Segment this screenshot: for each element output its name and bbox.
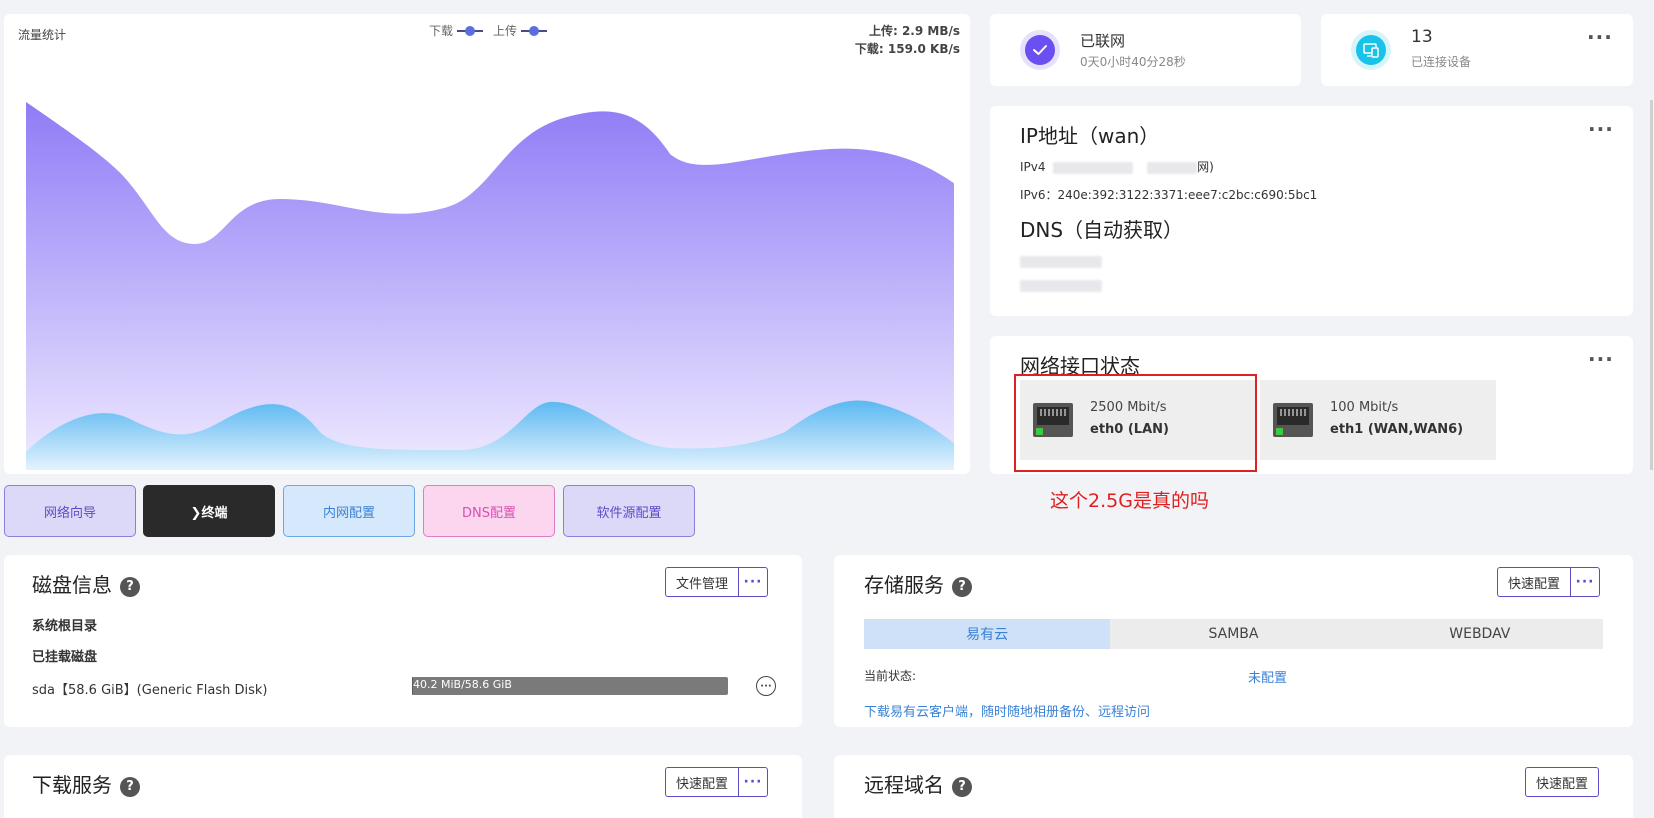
- storage-quick-config-button[interactable]: 快速配置: [1498, 568, 1572, 596]
- remote-quick-config-button[interactable]: 快速配置: [1525, 767, 1600, 797]
- annotation-highlight-box: [1014, 374, 1257, 472]
- legend-download-label: 下载: [429, 24, 454, 38]
- network-wizard-button[interactable]: 网络向导: [4, 485, 136, 537]
- devices-icon: [1351, 30, 1391, 70]
- help-icon[interactable]: ?: [952, 776, 972, 797]
- legend-upload-marker-icon: [521, 25, 548, 36]
- connected-devices-card: 13 已连接设备 ···: [1321, 14, 1633, 86]
- download-service-card: 下载服务? 快速配置 ···: [4, 755, 802, 818]
- eth1-speed: 100 Mbit/s: [1330, 400, 1399, 415]
- remote-domain-card: 远程域名? 快速配置: [834, 755, 1633, 818]
- chart-legend: 下载 上传: [429, 22, 548, 39]
- terminal-button[interactable]: ❯终端: [143, 485, 275, 537]
- download-client-link[interactable]: 下载易有云客户端，随时随地相册备份、远程访问: [864, 701, 1150, 720]
- download-quick-config-group: 快速配置 ···: [665, 767, 769, 797]
- tab-yiyouyun[interactable]: 易有云: [864, 619, 1111, 649]
- legend-download-marker-icon: [457, 25, 484, 36]
- lan-config-button[interactable]: 内网配置: [283, 485, 415, 537]
- storage-more-icon[interactable]: ···: [1571, 568, 1599, 596]
- upload-rate: 上传: 2.9 MB/s: [868, 24, 960, 38]
- download-title: 下载服务?: [32, 769, 140, 798]
- disk-info-card: 磁盘信息? 文件管理 ··· 系统根目录 已挂载磁盘 sda【58.6 GiB】…: [4, 555, 802, 727]
- current-rates: 上传: 2.9 MB/s 下载: 159.0 KB/s: [855, 22, 960, 58]
- dns-config-button[interactable]: DNS配置: [423, 485, 555, 537]
- dns-server-2: [1020, 278, 1102, 292]
- download-quick-config-button[interactable]: 快速配置: [666, 768, 740, 796]
- connection-uptime: 0天0小时40分28秒: [1080, 55, 1186, 69]
- connection-status-card: 已联网 0天0小时40分28秒: [990, 14, 1301, 86]
- ip-title: IP地址（wan）: [1020, 124, 1160, 148]
- interface-more-icon[interactable]: ···: [1588, 349, 1614, 369]
- redacted-ipv4: [1053, 161, 1134, 174]
- connection-status: 已联网: [1080, 32, 1126, 50]
- download-more-icon[interactable]: ···: [739, 768, 767, 796]
- legend-download[interactable]: 下载: [429, 22, 484, 39]
- annotation-text: 这个2.5G是真的吗: [1050, 490, 1209, 512]
- disk-name: sda【58.6 GiB】(Generic Flash Disk): [32, 683, 268, 698]
- disk-options-icon[interactable]: ···: [756, 676, 776, 696]
- traffic-area-chart: [26, 102, 954, 470]
- device-count-label: 已连接设备: [1411, 55, 1472, 69]
- traffic-stats-card: 流量统计 下载 上传 上传: 2.9 MB/s 下载: 159.0 KB/s: [4, 14, 970, 474]
- legend-upload[interactable]: 上传: [493, 22, 548, 39]
- disk-more-icon[interactable]: ···: [739, 568, 767, 596]
- mounted-disk-label: 已挂载磁盘: [32, 650, 98, 665]
- storage-quick-config-group: 快速配置 ···: [1497, 567, 1601, 597]
- help-icon[interactable]: ?: [120, 776, 140, 797]
- ipv6-address: IPv6：240e:392:3122:3371:eee7:c2bc:c690:5…: [1020, 188, 1318, 202]
- disk-title-text: 磁盘信息: [32, 573, 112, 597]
- disk-title: 磁盘信息?: [32, 569, 140, 598]
- ipv4-address: IPv4 网): [1020, 158, 1214, 175]
- devices-more-icon[interactable]: ···: [1587, 27, 1613, 47]
- software-source-config-button[interactable]: 软件源配置: [563, 485, 695, 537]
- file-manager-button-group: 文件管理 ···: [665, 567, 769, 597]
- download-title-text: 下载服务: [32, 773, 112, 797]
- help-icon[interactable]: ?: [952, 576, 972, 597]
- legend-upload-label: 上传: [493, 24, 518, 38]
- remote-title-text: 远程域名: [864, 773, 944, 797]
- dns-server-1: [1020, 254, 1102, 268]
- tab-samba[interactable]: SAMBA: [1110, 619, 1356, 649]
- redacted-dns-1: [1020, 255, 1102, 268]
- current-state-value[interactable]: 未配置: [1248, 667, 1287, 686]
- disk-usage-text: 40.2 MiB/58.6 GiB: [413, 678, 512, 691]
- ipv4-label: IPv4: [1020, 160, 1046, 174]
- help-icon[interactable]: ?: [120, 576, 140, 597]
- ethernet-port-icon: [1273, 403, 1313, 437]
- current-state-label: 当前状态:: [864, 669, 917, 683]
- traffic-title: 流量统计: [18, 28, 67, 42]
- remote-title: 远程域名?: [864, 769, 972, 798]
- redacted-isp: [1147, 161, 1198, 174]
- ip-more-icon[interactable]: ···: [1588, 119, 1614, 139]
- ip-address-card: IP地址（wan） ··· IPv4 网) IPv6：240e:392:3122…: [990, 106, 1633, 316]
- storage-tabs: 易有云 SAMBA WEBDAV: [864, 619, 1603, 649]
- interface-eth1[interactable]: 100 Mbit/s eth1 (WAN,WAN6): [1260, 380, 1496, 460]
- storage-title-text: 存储服务: [864, 573, 944, 597]
- system-root-label: 系统根目录: [32, 619, 98, 634]
- scrollbar[interactable]: [1650, 100, 1653, 470]
- tab-webdav[interactable]: WEBDAV: [1357, 619, 1603, 649]
- storage-service-card: 存储服务? 快速配置 ··· 易有云 SAMBA WEBDAV 当前状态: 未配…: [834, 555, 1633, 727]
- connected-check-icon: [1020, 30, 1060, 70]
- device-count: 13: [1411, 27, 1433, 47]
- download-rate: 下载: 159.0 KB/s: [854, 42, 960, 56]
- disk-usage-bar: 40.2 MiB/58.6 GiB: [412, 677, 728, 695]
- dns-title: DNS（自动获取）: [1020, 218, 1184, 242]
- file-manager-button[interactable]: 文件管理: [666, 568, 740, 596]
- storage-title: 存储服务?: [864, 569, 972, 598]
- ipv4-suffix: 网): [1197, 160, 1214, 174]
- eth1-name: eth1 (WAN,WAN6): [1330, 422, 1464, 437]
- redacted-dns-2: [1020, 279, 1102, 292]
